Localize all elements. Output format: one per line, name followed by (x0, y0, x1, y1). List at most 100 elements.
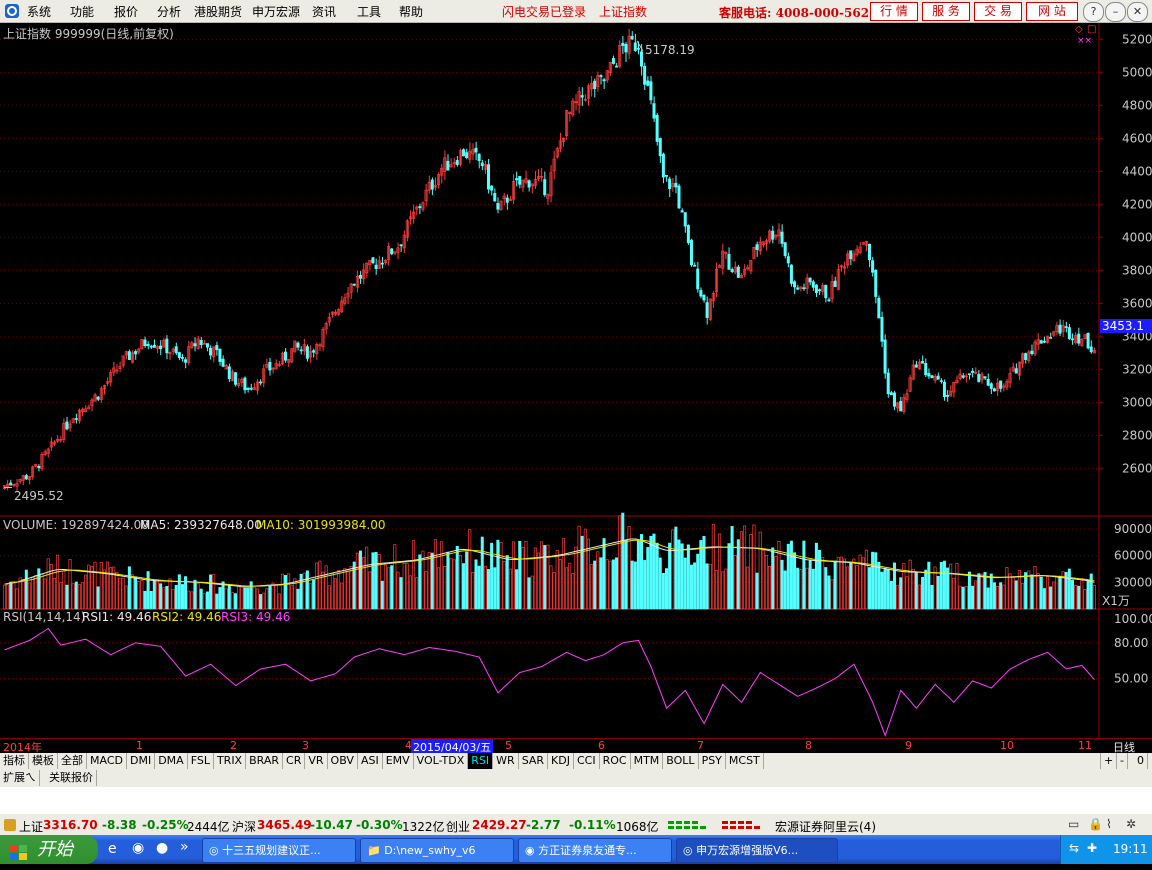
tab-related-quotes[interactable]: 关联报价 (46, 770, 97, 786)
menu-analysis[interactable]: 分析 (157, 3, 181, 20)
volume-bar (90, 566, 94, 610)
candle-body (664, 175, 669, 177)
zoom-out-button[interactable]: - (1117, 753, 1128, 769)
volume-bar (383, 564, 387, 610)
candle-body (599, 75, 603, 77)
volume-bar (911, 568, 915, 610)
tab-psy[interactable]: PSY (699, 753, 726, 769)
tab-cr[interactable]: CR (283, 753, 306, 769)
broker-server[interactable]: 宏源证券阿里云(4) (775, 818, 876, 835)
candle-body (633, 42, 637, 51)
browser-icon[interactable]: ◉ (132, 840, 144, 856)
candle-body (221, 358, 225, 367)
start-button[interactable]: 开始 (0, 835, 98, 864)
tab-asi[interactable]: ASI (358, 753, 383, 769)
candle-body (37, 465, 41, 469)
quote-icon[interactable] (3, 818, 17, 832)
volume-bar (986, 587, 990, 610)
volume-bar (949, 563, 953, 610)
nav-trade-button[interactable]: 交 易 (974, 2, 1022, 21)
volume-bar (730, 526, 734, 610)
network-icon[interactable]: ⇆ (1069, 841, 1079, 855)
candle-body (490, 185, 494, 191)
signal-icon[interactable]: ⌇ (1106, 817, 1112, 831)
candle-body (736, 266, 740, 278)
nav-service-button[interactable]: 服 务 (922, 2, 970, 21)
menu-hk-futures[interactable]: 港股期货 (194, 3, 242, 20)
reset-button[interactable]: 0 (1134, 753, 1148, 769)
candle-body (871, 260, 875, 273)
tab-roc[interactable]: ROC (600, 753, 631, 769)
app-icon[interactable]: ● (156, 840, 168, 856)
chart-area[interactable]: 5200 5000 4800 4600 4400 4200 4000 3800 3600 3400… (0, 23, 1152, 738)
close-icon[interactable]: ✕ (1127, 2, 1148, 22)
volume-bar (468, 529, 472, 610)
window-toggle-icon[interactable]: □ (1087, 24, 1096, 35)
tab-mcst[interactable]: MCST (726, 753, 764, 769)
info-panel (0, 787, 1152, 814)
minimize-icon[interactable]: – (1105, 2, 1126, 22)
task-folder-window[interactable]: 📁 D:\new_swhy_v6 (360, 838, 514, 863)
help-icon[interactable]: ? (1083, 2, 1104, 22)
quick-launch-icon[interactable]: » (180, 839, 189, 855)
tab-emv[interactable]: EMV (383, 753, 414, 769)
tab-extension[interactable]: 扩展ㄟ (0, 770, 40, 786)
volume-bar (352, 561, 356, 610)
settings-icon[interactable]: ✲ (1126, 817, 1136, 831)
zoom-in-button[interactable]: + (1100, 753, 1118, 769)
lock-icon[interactable]: 🔒 (1088, 817, 1103, 831)
nav-website-button[interactable]: 网 站 (1026, 2, 1078, 21)
tab-dma[interactable]: DMA (155, 753, 188, 769)
menu-system[interactable]: 系统 (27, 3, 51, 20)
volume-bar (921, 576, 925, 610)
nav-market-button[interactable]: 行 情 (870, 2, 918, 21)
current-price-tag: 3453.1 (1100, 319, 1152, 333)
volume-bar (946, 567, 950, 610)
tab-dmi[interactable]: DMI (127, 753, 156, 769)
message-icon[interactable]: ▭ (1068, 817, 1079, 831)
volume-bar (521, 546, 525, 610)
tab-sar[interactable]: SAR (519, 753, 549, 769)
task-swhy-window[interactable]: ◎ 申万宏源增强版V6... (676, 838, 838, 863)
quote-sh-name: 上证 (19, 820, 44, 834)
ie-icon[interactable]: e (108, 841, 117, 857)
menu-tools[interactable]: 工具 (357, 3, 381, 20)
volume-bar (337, 570, 341, 610)
task-browser-window[interactable]: ◎ 十三五规划建议正... (202, 838, 356, 863)
tab-mtm[interactable]: MTM (631, 753, 664, 769)
clock[interactable]: 19:11 (1113, 842, 1148, 856)
layout-toggle-icon[interactable]: ◇ (1075, 24, 1083, 35)
menu-news[interactable]: 资讯 (312, 3, 336, 20)
stock-chart[interactable]: 5200500048004600440042004000380036003400… (0, 23, 1152, 738)
volume-bar (483, 565, 487, 610)
tab-wr[interactable]: WR (493, 753, 519, 769)
flag-icon[interactable]: ✚ (1087, 841, 1097, 855)
volume-tick-label: 30000 (1114, 575, 1152, 589)
tab-boll[interactable]: BOLL (663, 753, 699, 769)
tab-brar[interactable]: BRAR (246, 753, 284, 769)
volume-bar (927, 561, 931, 610)
tab-rsi[interactable]: RSI (468, 753, 494, 769)
tab-macd[interactable]: MACD (87, 753, 127, 769)
menu-help[interactable]: 帮助 (399, 3, 423, 20)
tab-obv[interactable]: OBV (328, 753, 358, 769)
tab-vol-tdx[interactable]: VOL-TDX (414, 753, 469, 769)
volume-bar (964, 585, 968, 610)
candle-body (146, 343, 150, 347)
tab-trix[interactable]: TRIX (214, 753, 247, 769)
task-founder-window[interactable]: ◉ 方正证券泉友通专... (518, 838, 672, 863)
tab-指标[interactable]: 指标 (0, 753, 29, 769)
menu-quote[interactable]: 报价 (114, 3, 138, 20)
volume-bar (624, 539, 628, 610)
tab-模板[interactable]: 模板 (29, 753, 58, 769)
menu-function[interactable]: 功能 (70, 3, 94, 20)
volume-bar (362, 556, 366, 610)
volume-bar (1005, 567, 1009, 610)
tab-全部[interactable]: 全部 (58, 753, 87, 769)
tab-fsl[interactable]: FSL (188, 753, 214, 769)
tab-kdj[interactable]: KDJ (548, 753, 574, 769)
tab-vr[interactable]: VR (305, 753, 328, 769)
tab-cci[interactable]: CCI (574, 753, 600, 769)
volume-bar (618, 515, 622, 610)
menu-swhy[interactable]: 申万宏源 (252, 3, 300, 20)
